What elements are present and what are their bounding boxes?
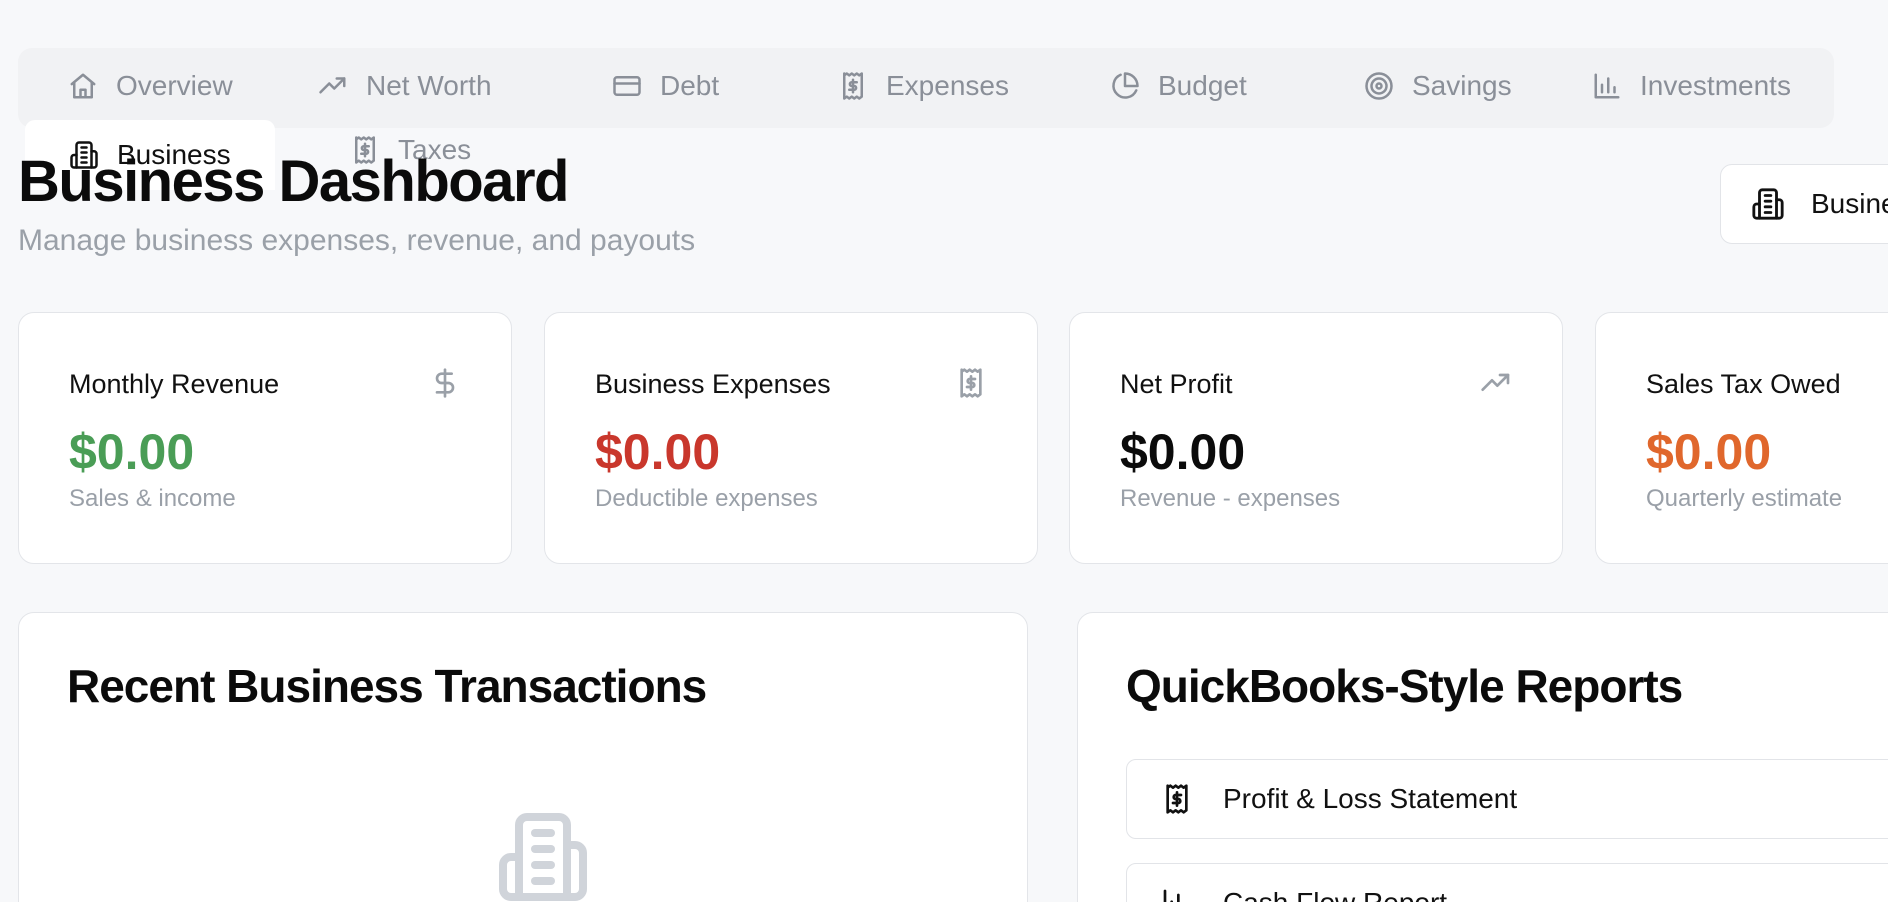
stat-card-net-profit: Net Profit $0.00 Revenue - expenses [1069,312,1563,564]
dollar-icon [429,367,461,399]
report-profit-loss-button[interactable]: Profit & Loss Statement [1126,759,1888,839]
tab-label: Debt [660,70,720,101]
report-label: Profit & Loss Statement [1223,783,1518,814]
tab-label: Budget [1158,70,1247,101]
panel-title: QuickBooks-Style Reports [1126,660,1683,712]
page-title: Business Dashboard [18,149,569,214]
stat-caption: Quarterly estimate [1646,485,1843,512]
tab-label: Net Worth [366,70,492,101]
credit-card-icon [613,76,641,96]
tab-expenses[interactable]: Expenses [838,70,1009,102]
bar-chart-icon [1594,73,1620,99]
stat-caption: Revenue - expenses [1120,485,1341,512]
stat-value: $0.00 [1120,424,1246,480]
bar-chart-icon [1163,889,1180,902]
tab-budget[interactable]: Budget [1110,70,1247,102]
stat-value: $0.00 [1646,424,1772,480]
stat-label: Business Expenses [595,369,831,399]
recent-transactions-panel: Recent Business Transactions [18,612,1028,902]
report-label: Cash Flow Report [1223,887,1447,902]
panel-title: Recent Business Transactions [67,660,707,712]
trending-up-icon [1480,367,1512,399]
stat-caption: Sales & income [69,485,236,512]
report-cash-flow-button[interactable]: Cash Flow Report [1126,863,1888,902]
tab-debt[interactable]: Debt [612,70,719,102]
stat-label: Sales Tax Owed [1646,369,1841,399]
building-icon [495,809,591,902]
tab-overview[interactable]: Overview [68,70,233,102]
trending-up-icon [319,77,346,94]
pie-chart-icon [1112,72,1139,99]
stat-label: Monthly Revenue [69,369,280,399]
business-selector-button[interactable]: Business [1720,164,1888,244]
tab-label: Expenses [886,70,1009,101]
tab-label: Investments [1640,70,1791,101]
tab-investments[interactable]: Investments [1592,70,1791,102]
receipt-icon [843,72,863,100]
stat-label: Net Profit [1120,369,1233,399]
stat-value: $0.00 [69,424,195,480]
stat-card-sales-tax-owed: Sales Tax Owed $0.00 Quarterly estimate [1595,312,1888,564]
receipt-icon [955,367,987,399]
stat-value: $0.00 [595,424,721,480]
tab-label: Overview [116,70,233,101]
stat-card-monthly-revenue: Monthly Revenue $0.00 Sales & income [18,312,512,564]
page-subtitle: Manage business expenses, revenue, and p… [18,224,696,257]
building-icon [1752,188,1784,220]
app-viewport: Overview Net Worth Debt Expenses Budget … [0,0,1888,902]
receipt-icon [1166,784,1188,814]
tab-savings[interactable]: Savings [1364,70,1512,102]
stat-caption: Deductible expenses [595,485,818,512]
reports-panel: QuickBooks-Style Reports Profit & Loss S… [1077,612,1888,902]
target-icon [1365,72,1393,100]
business-selector-label: Business [1811,188,1888,219]
stat-card-business-expenses: Business Expenses $0.00 Deductible expen… [544,312,1038,564]
tab-net-worth[interactable]: Net Worth [318,70,492,102]
home-icon [70,73,96,99]
tab-label: Savings [1412,70,1512,101]
